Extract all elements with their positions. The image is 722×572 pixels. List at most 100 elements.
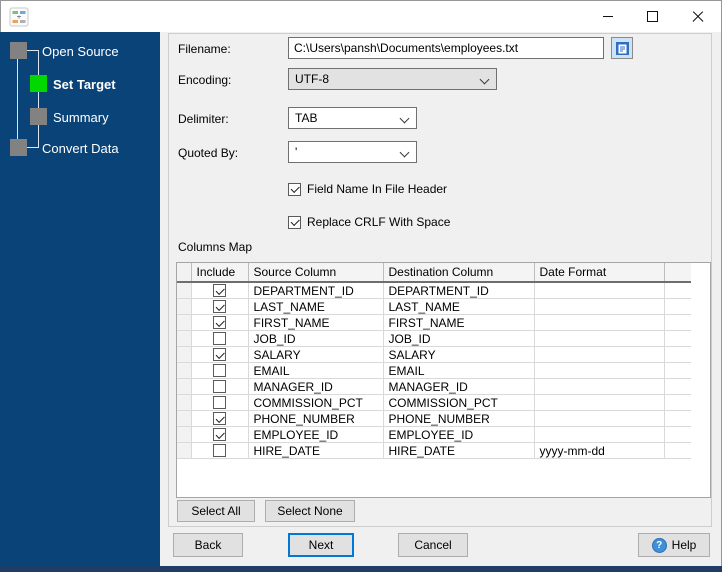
quoted-by-select[interactable]: '	[288, 141, 417, 163]
source-column-cell[interactable]: MANAGER_ID	[248, 378, 384, 395]
destination-column-cell[interactable]: HIRE_DATE	[383, 442, 535, 459]
source-column-cell[interactable]: DEPARTMENT_ID	[248, 282, 384, 299]
include-cell[interactable]	[191, 362, 249, 379]
row-handle[interactable]	[177, 346, 192, 363]
date-format-cell[interactable]	[534, 394, 665, 411]
date-format-cell[interactable]: yyyy-mm-dd	[534, 442, 665, 459]
filename-input[interactable]	[288, 37, 604, 59]
include-checkbox[interactable]	[213, 316, 226, 329]
row-handle[interactable]	[177, 298, 192, 315]
header-include[interactable]: Include	[191, 263, 249, 283]
date-format-cell[interactable]	[534, 282, 665, 299]
header-destination-column[interactable]: Destination Column	[383, 263, 535, 283]
date-format-cell[interactable]	[534, 410, 665, 427]
include-checkbox[interactable]	[213, 284, 226, 297]
field-name-in-header-option[interactable]: Field Name In File Header	[288, 182, 447, 196]
encoding-select[interactable]: UTF-8	[288, 68, 497, 90]
destination-column-cell[interactable]: COMMISSION_PCT	[383, 394, 535, 411]
date-format-cell[interactable]	[534, 346, 665, 363]
destination-column-cell[interactable]: JOB_ID	[383, 330, 535, 347]
field-name-in-header-checkbox[interactable]	[288, 182, 301, 196]
source-column-cell[interactable]: SALARY	[248, 346, 384, 363]
source-column-cell[interactable]: LAST_NAME	[248, 298, 384, 315]
include-checkbox[interactable]	[213, 348, 226, 361]
source-column-cell[interactable]: COMMISSION_PCT	[248, 394, 384, 411]
row-handle[interactable]	[177, 362, 192, 379]
row-handle[interactable]	[177, 410, 192, 427]
table-row[interactable]: MANAGER_ID MANAGER_ID	[177, 378, 691, 395]
table-row[interactable]: EMPLOYEE_ID EMPLOYEE_ID	[177, 426, 691, 443]
table-row[interactable]: HIRE_DATE HIRE_DATE yyyy-mm-dd	[177, 442, 691, 459]
table-row[interactable]: DEPARTMENT_ID DEPARTMENT_ID	[177, 282, 691, 299]
destination-column-cell[interactable]: DEPARTMENT_ID	[383, 282, 535, 299]
converter-app-icon[interactable]	[9, 7, 29, 27]
header-source-column[interactable]: Source Column	[248, 263, 384, 283]
select-all-button[interactable]: Select All	[177, 500, 255, 522]
date-format-cell[interactable]	[534, 362, 665, 379]
include-cell[interactable]	[191, 410, 249, 427]
table-row[interactable]: FIRST_NAME FIRST_NAME	[177, 314, 691, 331]
table-row[interactable]: JOB_ID JOB_ID	[177, 330, 691, 347]
destination-column-cell[interactable]: EMAIL	[383, 362, 535, 379]
table-row[interactable]: EMAIL EMAIL	[177, 362, 691, 379]
include-checkbox[interactable]	[213, 380, 226, 393]
destination-column-cell[interactable]: LAST_NAME	[383, 298, 535, 315]
row-handle[interactable]	[177, 314, 192, 331]
table-row[interactable]: PHONE_NUMBER PHONE_NUMBER	[177, 410, 691, 427]
cancel-button[interactable]: Cancel	[398, 533, 468, 557]
select-none-button[interactable]: Select None	[265, 500, 355, 522]
include-checkbox[interactable]	[213, 332, 226, 345]
include-checkbox[interactable]	[213, 444, 226, 457]
include-cell[interactable]	[191, 346, 249, 363]
header-date-format[interactable]: Date Format	[534, 263, 665, 283]
include-cell[interactable]	[191, 314, 249, 331]
date-format-cell[interactable]	[534, 298, 665, 315]
source-column-cell[interactable]: JOB_ID	[248, 330, 384, 347]
destination-column-cell[interactable]: FIRST_NAME	[383, 314, 535, 331]
destination-column-cell[interactable]: EMPLOYEE_ID	[383, 426, 535, 443]
table-row[interactable]: COMMISSION_PCT COMMISSION_PCT	[177, 394, 691, 411]
browse-file-button[interactable]	[611, 37, 633, 59]
row-handle[interactable]	[177, 426, 192, 443]
include-cell[interactable]	[191, 282, 249, 299]
destination-column-cell[interactable]: PHONE_NUMBER	[383, 410, 535, 427]
back-button[interactable]: Back	[173, 533, 243, 557]
delimiter-select[interactable]: TAB	[288, 107, 417, 129]
maximize-button[interactable]	[630, 1, 675, 32]
include-cell[interactable]	[191, 442, 249, 459]
include-cell[interactable]	[191, 378, 249, 395]
close-button[interactable]	[675, 1, 720, 32]
include-checkbox[interactable]	[213, 364, 226, 377]
row-handle[interactable]	[177, 330, 192, 347]
date-format-cell[interactable]	[534, 378, 665, 395]
include-cell[interactable]	[191, 330, 249, 347]
include-cell[interactable]	[191, 394, 249, 411]
destination-column-cell[interactable]: SALARY	[383, 346, 535, 363]
include-cell[interactable]	[191, 426, 249, 443]
table-row[interactable]: LAST_NAME LAST_NAME	[177, 298, 691, 315]
include-checkbox[interactable]	[213, 396, 226, 409]
table-row[interactable]: SALARY SALARY	[177, 346, 691, 363]
include-checkbox[interactable]	[213, 300, 226, 313]
next-button[interactable]: Next	[288, 533, 354, 557]
source-column-cell[interactable]: EMAIL	[248, 362, 384, 379]
include-cell[interactable]	[191, 298, 249, 315]
help-button[interactable]: ? Help	[638, 533, 710, 557]
destination-column-cell[interactable]: MANAGER_ID	[383, 378, 535, 395]
row-handle[interactable]	[177, 394, 192, 411]
row-handle[interactable]	[177, 442, 192, 459]
date-format-cell[interactable]	[534, 330, 665, 347]
source-column-cell[interactable]: FIRST_NAME	[248, 314, 384, 331]
source-column-cell[interactable]: EMPLOYEE_ID	[248, 426, 384, 443]
row-handle[interactable]	[177, 378, 192, 395]
minimize-button[interactable]	[585, 1, 630, 32]
replace-crlf-checkbox[interactable]	[288, 215, 301, 229]
include-checkbox[interactable]	[213, 428, 226, 441]
source-column-cell[interactable]: PHONE_NUMBER	[248, 410, 384, 427]
replace-crlf-option[interactable]: Replace CRLF With Space	[288, 215, 450, 229]
date-format-cell[interactable]	[534, 426, 665, 443]
source-column-cell[interactable]: HIRE_DATE	[248, 442, 384, 459]
date-format-cell[interactable]	[534, 314, 665, 331]
include-checkbox[interactable]	[213, 412, 226, 425]
row-handle[interactable]	[177, 282, 192, 299]
